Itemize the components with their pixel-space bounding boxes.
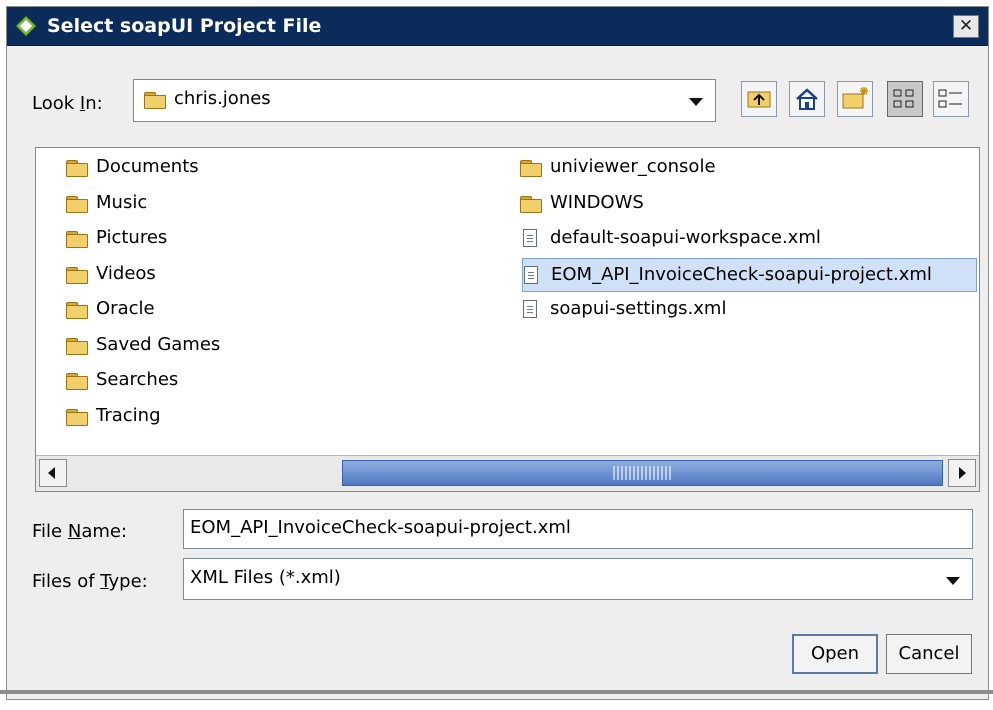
- folder-icon: [520, 196, 542, 213]
- file-type-label-mnemonic: T: [100, 571, 109, 592]
- create-new-folder-button[interactable]: [837, 81, 873, 117]
- scrollbar-grip: [613, 466, 671, 480]
- list-item[interactable]: Oracle: [54, 292, 314, 326]
- list-item-label: Searches: [96, 369, 179, 390]
- list-item[interactable]: univiewer_console: [508, 150, 958, 184]
- list-view-button[interactable]: [887, 81, 923, 117]
- scroll-left-button[interactable]: [39, 459, 67, 487]
- list-item-label: default-soapui-workspace.xml: [550, 227, 821, 248]
- dialog-title: Select soapUI Project File: [47, 15, 322, 37]
- up-one-level-icon: [747, 91, 771, 108]
- folder-icon: [66, 231, 88, 248]
- file-name-label: File Name:: [32, 521, 127, 542]
- folder-icon: [66, 409, 88, 426]
- xml-file-icon: [524, 266, 538, 284]
- file-type-label: Files of Type:: [32, 571, 148, 592]
- home-button[interactable]: [789, 81, 825, 117]
- look-in-value: chris.jones: [174, 88, 271, 109]
- file-name-label-post: ame:: [81, 521, 128, 542]
- soapui-logo-icon: [15, 15, 37, 37]
- file-type-label-post: ype:: [108, 571, 148, 592]
- chevron-down-icon[interactable]: [946, 577, 960, 585]
- list-item-label: Pictures: [96, 227, 168, 248]
- open-button[interactable]: Open: [792, 634, 878, 674]
- list-item[interactable]: Searches: [54, 363, 314, 397]
- close-button[interactable]: ✕: [953, 15, 979, 38]
- details-view-icon: [938, 89, 962, 108]
- list-item-label: soapui-settings.xml: [550, 298, 727, 319]
- file-name-label-pre: File: [32, 521, 68, 542]
- look-in-label-pre: Look: [32, 93, 80, 114]
- look-in-label: Look In:: [32, 93, 103, 114]
- scroll-right-button[interactable]: [948, 459, 976, 487]
- cancel-button[interactable]: Cancel: [886, 634, 972, 674]
- list-item-label: Documents: [96, 156, 199, 177]
- list-item[interactable]: Tracing: [54, 399, 314, 433]
- xml-file-icon: [523, 229, 537, 247]
- folder-icon: [520, 160, 542, 177]
- file-name-value: EOM_API_InvoiceCheck-soapui-project.xml: [190, 517, 571, 538]
- scrollbar-thumb[interactable]: [342, 460, 943, 486]
- horizontal-scrollbar[interactable]: [36, 455, 979, 491]
- title-bar: Select soapUI Project File ✕: [7, 7, 988, 46]
- file-name-label-mnemonic: N: [67, 521, 82, 542]
- list-item[interactable]: Documents: [54, 150, 314, 184]
- folder-icon: [66, 302, 88, 319]
- list-item[interactable]: Pictures: [54, 221, 314, 255]
- folder-icon: [66, 373, 88, 390]
- list-view-icon: [893, 89, 914, 108]
- folder-icon: [66, 267, 88, 284]
- file-list[interactable]: Documents Music Pictures Videos Oracle S…: [35, 147, 980, 492]
- look-in-combo[interactable]: chris.jones: [133, 79, 716, 122]
- file-type-value: XML Files (*.xml): [190, 567, 341, 588]
- list-item-label: Oracle: [96, 298, 155, 319]
- list-item-selected[interactable]: EOM_API_InvoiceCheck-soapui-project.xml: [522, 258, 977, 292]
- file-dialog: Select soapUI Project File ✕ Look In: ch…: [6, 6, 989, 700]
- list-item[interactable]: soapui-settings.xml: [508, 292, 958, 326]
- file-type-label-pre: Files of: [32, 571, 101, 592]
- create-new-folder-icon: [842, 87, 868, 109]
- home-icon: [796, 88, 818, 110]
- xml-file-icon: [523, 300, 537, 318]
- list-item-label: univiewer_console: [550, 156, 716, 177]
- list-item[interactable]: Saved Games: [54, 328, 314, 362]
- list-item[interactable]: Videos: [54, 257, 314, 291]
- folder-icon: [66, 196, 88, 213]
- list-item-label: EOM_API_InvoiceCheck-soapui-project.xml: [551, 264, 932, 285]
- list-item-label: Saved Games: [96, 334, 221, 355]
- folder-icon: [66, 160, 88, 177]
- window-bottom-edge: [0, 690, 993, 694]
- file-name-input[interactable]: EOM_API_InvoiceCheck-soapui-project.xml: [183, 509, 973, 549]
- up-one-level-button[interactable]: [741, 81, 777, 117]
- list-item[interactable]: Music: [54, 186, 314, 220]
- folder-icon: [144, 92, 166, 109]
- list-item[interactable]: default-soapui-workspace.xml: [508, 221, 958, 255]
- list-item-label: Tracing: [96, 405, 161, 426]
- chevron-down-icon[interactable]: [689, 98, 703, 106]
- look-in-label-post: n:: [85, 93, 103, 114]
- list-item-label: Videos: [96, 263, 156, 284]
- list-item-label: WINDOWS: [550, 192, 644, 213]
- list-item[interactable]: WINDOWS: [508, 186, 958, 220]
- list-item-label: Music: [96, 192, 148, 213]
- file-type-select[interactable]: XML Files (*.xml): [183, 558, 973, 600]
- folder-icon: [66, 338, 88, 355]
- details-view-button[interactable]: [933, 81, 969, 117]
